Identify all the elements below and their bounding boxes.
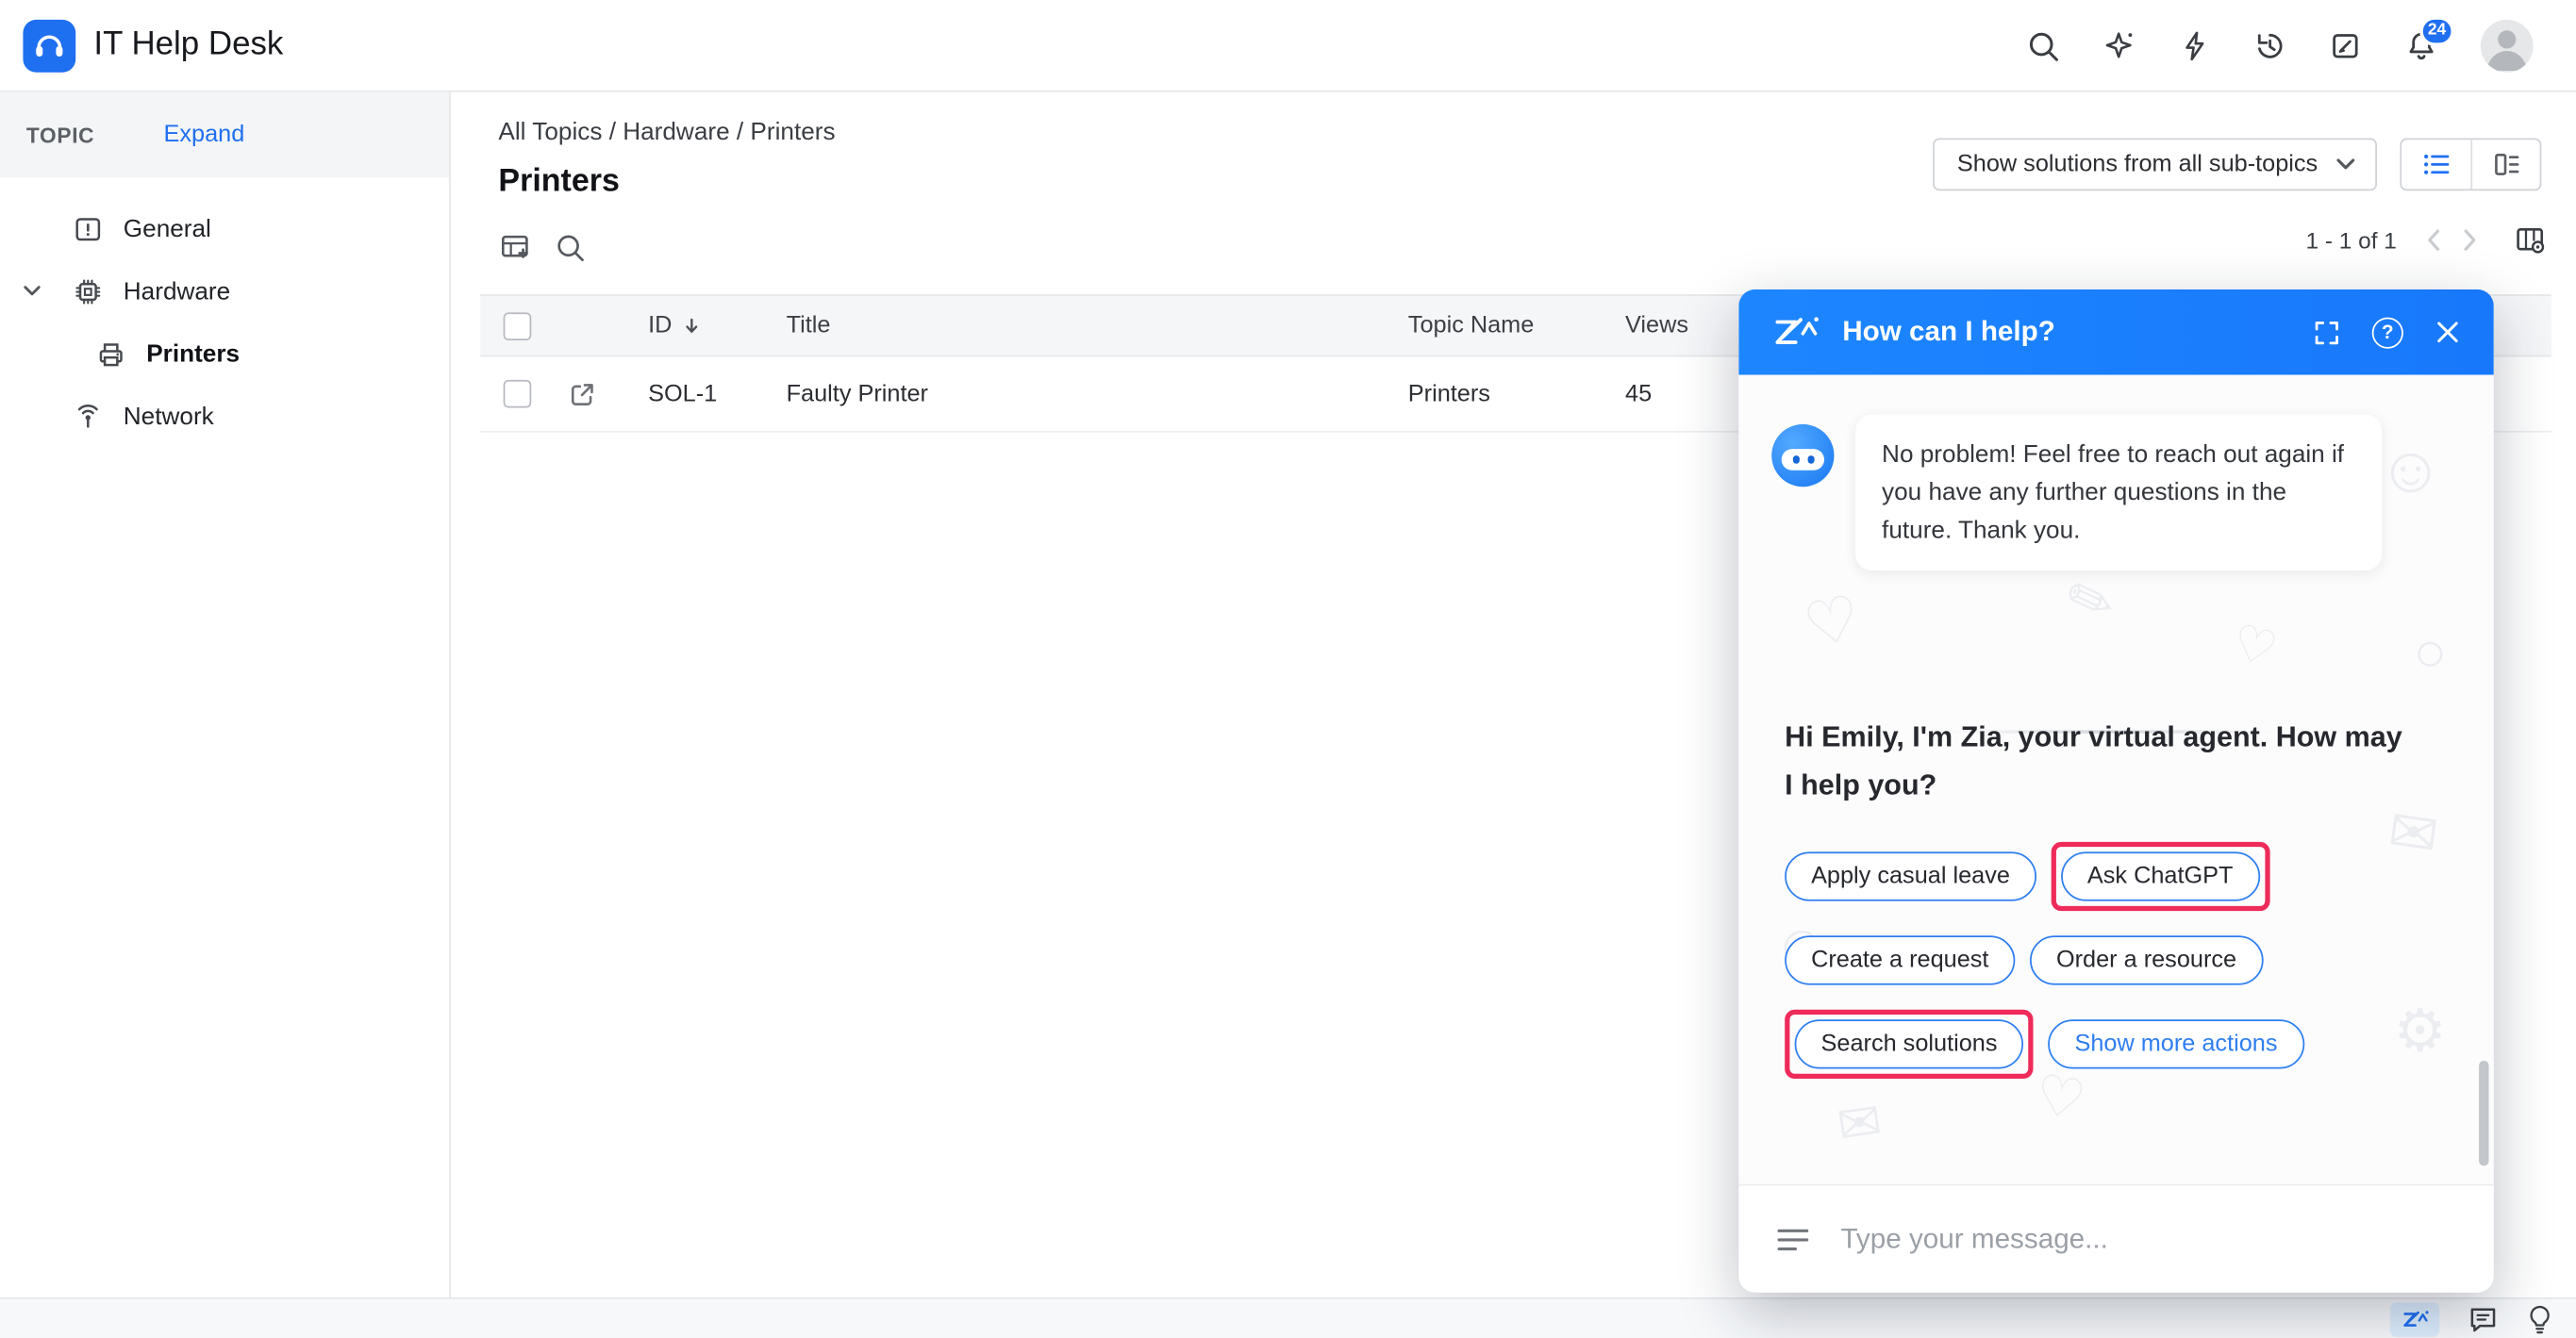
highlight-annotation: Ask ChatGPT bbox=[2051, 841, 2269, 912]
solution-topic: Printers bbox=[1407, 380, 1490, 407]
list-view-icon[interactable] bbox=[2401, 140, 2470, 189]
quick-actions-row: Create a request Order a resource bbox=[1785, 926, 2263, 995]
topbar: IT Help Desk 24 bbox=[0, 0, 2576, 92]
column-header-topic[interactable]: Topic Name bbox=[1385, 312, 1602, 339]
quick-actions-lightning-icon[interactable] bbox=[2178, 29, 2211, 62]
zia-chat-panel: How can I help? ? ♡ ☺ ○ ✉ ⚙ ♡ ☺ ✎ ○ ⚙ ♡ … bbox=[1738, 289, 2494, 1293]
hardware-chip-icon bbox=[73, 275, 104, 306]
chip-order-a-resource[interactable]: Order a resource bbox=[2030, 935, 2263, 985]
chip-apply-casual-leave[interactable]: Apply casual leave bbox=[1785, 851, 2036, 901]
app-logo bbox=[23, 19, 76, 72]
chevron-down-icon bbox=[2335, 157, 2355, 171]
topic-section-label: TOPIC bbox=[25, 122, 95, 148]
sidebar-item-printers[interactable]: Printers bbox=[0, 322, 449, 385]
chip-search-solutions[interactable]: Search solutions bbox=[1794, 1019, 2024, 1069]
chevron-down-icon[interactable] bbox=[23, 285, 41, 298]
pagination-label: 1 - 1 of 1 bbox=[2305, 226, 2397, 254]
sidebar-item-label: General bbox=[123, 214, 211, 243]
zia-logo-icon bbox=[1771, 314, 1820, 350]
help-icon[interactable] bbox=[2371, 316, 2403, 348]
chat-body: No problem! Feel free to reach out again… bbox=[1738, 374, 2494, 1184]
chip-create-a-request[interactable]: Create a request bbox=[1785, 935, 2016, 985]
sidebar-item-general[interactable]: General bbox=[0, 197, 449, 259]
general-topic-icon bbox=[73, 213, 104, 244]
zia-toggle-icon[interactable] bbox=[2389, 1301, 2440, 1336]
sidebar-item-hardware[interactable]: Hardware bbox=[0, 260, 449, 322]
open-in-new-icon[interactable] bbox=[568, 379, 597, 408]
printer-icon bbox=[95, 338, 126, 369]
network-icon bbox=[73, 401, 104, 432]
chat-message-input[interactable] bbox=[1836, 1220, 2458, 1258]
pagination-row: 1 - 1 of 1 bbox=[2306, 221, 2547, 260]
fullscreen-icon[interactable] bbox=[2313, 318, 2341, 346]
brand: IT Help Desk bbox=[23, 19, 283, 72]
sidebar-item-network[interactable]: Network bbox=[0, 385, 449, 447]
user-avatar[interactable] bbox=[2480, 19, 2534, 72]
chat-title: How can I help? bbox=[1842, 315, 2055, 347]
history-icon[interactable] bbox=[2253, 29, 2286, 62]
chat-scrollbar-thumb[interactable] bbox=[2479, 1060, 2489, 1166]
headset-icon bbox=[31, 27, 67, 63]
quick-actions-row: Search solutions Show more actions bbox=[1785, 1009, 2304, 1080]
list-search-icon[interactable] bbox=[555, 231, 586, 262]
chat-header: How can I help? bbox=[1738, 289, 2494, 375]
sidebar-item-label: Printers bbox=[146, 339, 241, 368]
topbar-actions: 24 bbox=[2027, 15, 2553, 72]
view-toggle bbox=[2400, 138, 2542, 191]
feedback-comment-icon[interactable] bbox=[2468, 1303, 2499, 1334]
column-header-id[interactable]: ID bbox=[648, 312, 672, 339]
prev-page-icon[interactable] bbox=[2426, 228, 2441, 251]
quick-actions-row: Apply casual leave Ask ChatGPT bbox=[1785, 841, 2269, 912]
bot-message-row: No problem! Feel free to reach out again… bbox=[1771, 414, 2383, 571]
close-icon[interactable] bbox=[2435, 319, 2461, 345]
sort-descending-icon[interactable] bbox=[682, 316, 700, 336]
app-root: IT Help Desk 24 TOPIC Expand General Har… bbox=[0, 0, 2576, 1338]
solution-id: SOL-1 bbox=[648, 380, 718, 407]
chip-show-more-actions[interactable]: Show more actions bbox=[2048, 1019, 2304, 1069]
filter-area: Show solutions from all sub-topics bbox=[1932, 138, 2542, 191]
bot-message-bubble: No problem! Feel free to reach out again… bbox=[1855, 414, 2383, 571]
message-options-icon[interactable] bbox=[1775, 1221, 1811, 1257]
subtopic-filter-dropdown[interactable]: Show solutions from all sub-topics bbox=[1932, 138, 2377, 191]
feedback-icon[interactable] bbox=[2329, 29, 2362, 62]
sparkle-icon[interactable] bbox=[2102, 29, 2136, 62]
bottom-bar bbox=[0, 1297, 2576, 1338]
list-toolbar bbox=[498, 228, 2576, 264]
sidebar-item-label: Network bbox=[123, 402, 214, 431]
select-all-checkbox[interactable] bbox=[503, 311, 532, 340]
subtopic-filter-value: Show solutions from all sub-topics bbox=[1956, 151, 2318, 178]
row-checkbox[interactable] bbox=[503, 379, 532, 408]
sidebar-header: TOPIC Expand bbox=[0, 91, 450, 178]
quick-actions: Apply casual leave Ask ChatGPT Create a … bbox=[1785, 841, 2304, 1080]
chat-greeting: Hi Emily, I'm Zia, your virtual agent. H… bbox=[1785, 719, 2402, 801]
search-icon[interactable] bbox=[2027, 29, 2060, 62]
topic-tree: General Hardware Printers Network bbox=[0, 197, 449, 447]
zia-bot-avatar bbox=[1771, 423, 1835, 487]
chat-header-actions bbox=[2313, 316, 2461, 348]
column-settings-icon[interactable] bbox=[2514, 223, 2547, 256]
chip-ask-chatgpt[interactable]: Ask ChatGPT bbox=[2061, 851, 2260, 901]
chat-input-bar bbox=[1738, 1183, 2494, 1293]
app-title: IT Help Desk bbox=[93, 25, 284, 63]
notification-badge: 24 bbox=[2419, 15, 2454, 45]
solution-title[interactable]: Faulty Printer bbox=[763, 381, 1385, 407]
sidebar: TOPIC Expand General Hardware Printers N… bbox=[0, 91, 451, 1297]
table-add-icon[interactable] bbox=[498, 230, 531, 263]
lightbulb-icon[interactable] bbox=[2527, 1303, 2553, 1334]
detail-view-icon[interactable] bbox=[2470, 140, 2539, 190]
sidebar-item-label: Hardware bbox=[123, 276, 231, 306]
highlight-annotation: Search solutions bbox=[1785, 1009, 2034, 1080]
notifications-bell-icon[interactable]: 24 bbox=[2405, 15, 2454, 62]
expand-link[interactable]: Expand bbox=[164, 122, 245, 148]
next-page-icon[interactable] bbox=[2463, 228, 2478, 251]
column-header-title[interactable]: Title bbox=[763, 312, 1385, 339]
